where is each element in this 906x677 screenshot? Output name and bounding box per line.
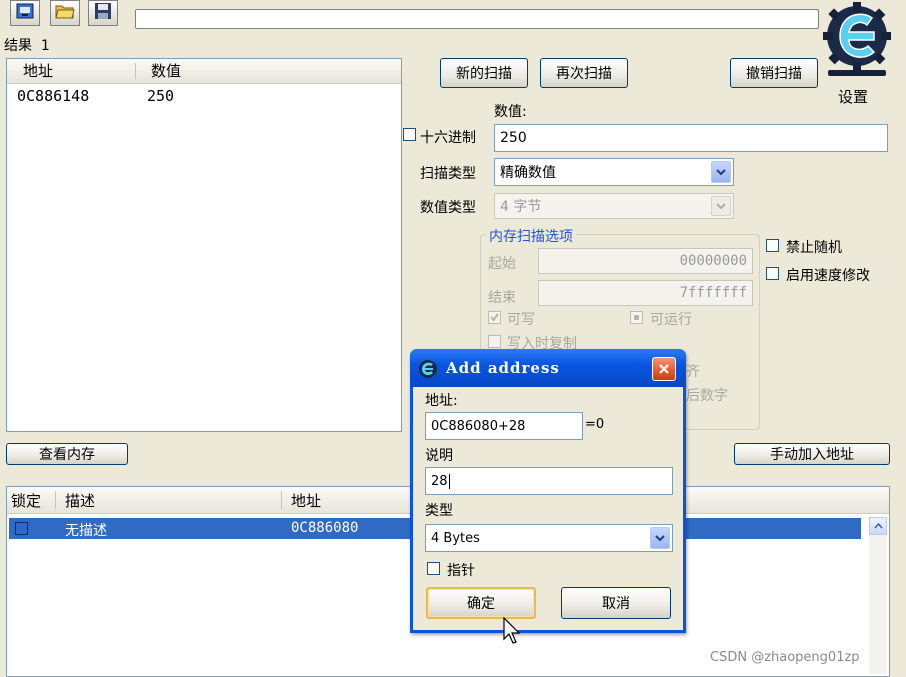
dialog-type-select[interactable]: 4 Bytes [425,524,673,552]
indeterminate-icon [634,315,639,320]
scan-type-label: 扫描类型 [420,166,476,182]
no-random-checkbox[interactable] [766,239,779,252]
results-count: 1 [40,38,50,54]
speedhack-checkbox[interactable] [766,267,779,280]
col-lock-header[interactable]: 锁定 [11,487,41,513]
lock-checkbox[interactable] [15,522,28,535]
open-folder-icon [55,2,75,24]
scroll-up-button[interactable] [869,517,887,535]
col-address-header[interactable]: 地址 [291,487,321,513]
executable-label: 可运行 [650,312,692,328]
undo-scan-button[interactable]: 撤销扫描 [730,58,818,88]
copy-on-write-checkbox[interactable] [488,335,501,348]
header-divider [281,491,282,509]
save-button[interactable] [88,0,118,26]
hex-checkbox[interactable] [403,128,416,141]
memory-options-title: 内存扫描选项 [486,226,576,246]
close-icon [659,364,669,374]
chevron-down-icon[interactable] [711,196,731,216]
results-label-text: 结果 [4,38,32,54]
dialog-body: 地址: 0C886080+28 =0 说明 28 类型 4 Bytes 指针 确… [413,387,683,630]
open-process-button[interactable] [10,0,40,26]
text-cursor [448,473,450,489]
pointer-checkbox[interactable] [427,562,440,575]
scan-value-input[interactable]: 250 [494,124,888,152]
dialog-address-input[interactable]: 0C886080+28 [425,412,583,440]
entry-address: 0C886080 [291,520,359,536]
speedhack-label: 启用速度修改 [786,268,870,284]
value-label: 数值: [494,104,527,120]
cancel-button[interactable]: 取消 [561,587,671,619]
dialog-address-label: 地址: [425,393,458,409]
add-address-dialog: Add address 地址: 0C886080+28 =0 说明 28 类型 … [410,349,686,633]
writable-checkbox[interactable] [488,311,501,324]
results-label: 结果 1 [4,35,50,55]
entry-description: 无描述 [65,523,107,539]
col-address-header[interactable]: 地址 [23,59,53,81]
dialog-description-label: 说明 [425,448,453,464]
end-address-input[interactable]: 7fffffff [538,280,753,306]
scan-type-select[interactable]: 精确数值 [494,158,734,186]
col-description-header[interactable]: 描述 [65,487,95,513]
dialog-type-label: 类型 [425,503,453,519]
dialog-close-button[interactable] [652,357,676,381]
open-file-button[interactable] [50,0,80,26]
chevron-down-icon[interactable] [650,527,670,549]
value-type-value: 4 字节 [500,199,542,215]
executable-checkbox[interactable] [630,311,643,324]
col-value-header[interactable]: 数值 [151,59,181,81]
save-disk-icon [94,2,112,24]
view-memory-button[interactable]: 查看内存 [6,443,128,465]
ok-button[interactable]: 确定 [426,587,536,619]
result-row[interactable]: 0C886148 250 [7,87,401,107]
csdn-watermark: CSDN @zhaopeng01zp [710,650,860,665]
results-list[interactable]: 地址 数值 0C886148 250 [6,58,402,432]
mouse-cursor-icon [503,616,523,649]
last-digits-label-partial: 后数字 [686,388,728,404]
hex-label: 十六进制 [420,130,476,146]
next-scan-button[interactable]: 再次扫描 [540,58,628,88]
start-label: 起始 [488,256,516,272]
result-value: 250 [147,87,175,105]
header-divider [135,63,136,79]
dialog-description-input[interactable]: 28 [425,467,673,495]
new-scan-button[interactable]: 新的扫描 [440,58,528,88]
cheat-engine-logo[interactable] [822,0,892,80]
settings-link[interactable]: 设置 [838,86,868,107]
pointer-label: 指针 [447,563,475,579]
header-divider [55,491,56,509]
cheat-engine-icon [418,359,438,383]
value-type-select[interactable]: 4 字节 [494,193,734,219]
process-icon [16,2,34,24]
value-type-label: 数值类型 [420,200,476,216]
process-title-bar [135,9,819,29]
writable-label: 可写 [507,312,535,328]
end-label: 结束 [488,290,516,306]
chevron-up-icon [873,523,883,529]
no-random-label: 禁止随机 [786,240,842,256]
dialog-address-eval: =0 [585,417,605,432]
results-header: 地址 数值 [7,59,401,84]
check-icon [490,313,499,322]
dialog-description-value: 28 [431,473,448,489]
add-address-manually-button[interactable]: 手动加入地址 [734,443,890,465]
scan-type-value: 精确数值 [500,165,556,181]
dialog-title-bar[interactable]: Add address [410,349,686,387]
start-address-input[interactable]: 00000000 [538,248,753,274]
dialog-type-value: 4 Bytes [431,530,480,546]
dialog-title: Add address [446,359,560,377]
vertical-scrollbar[interactable] [869,517,887,674]
chevron-down-icon[interactable] [711,161,731,183]
alignment-label-partial: 齐 [686,364,700,380]
result-address: 0C886148 [17,87,90,105]
